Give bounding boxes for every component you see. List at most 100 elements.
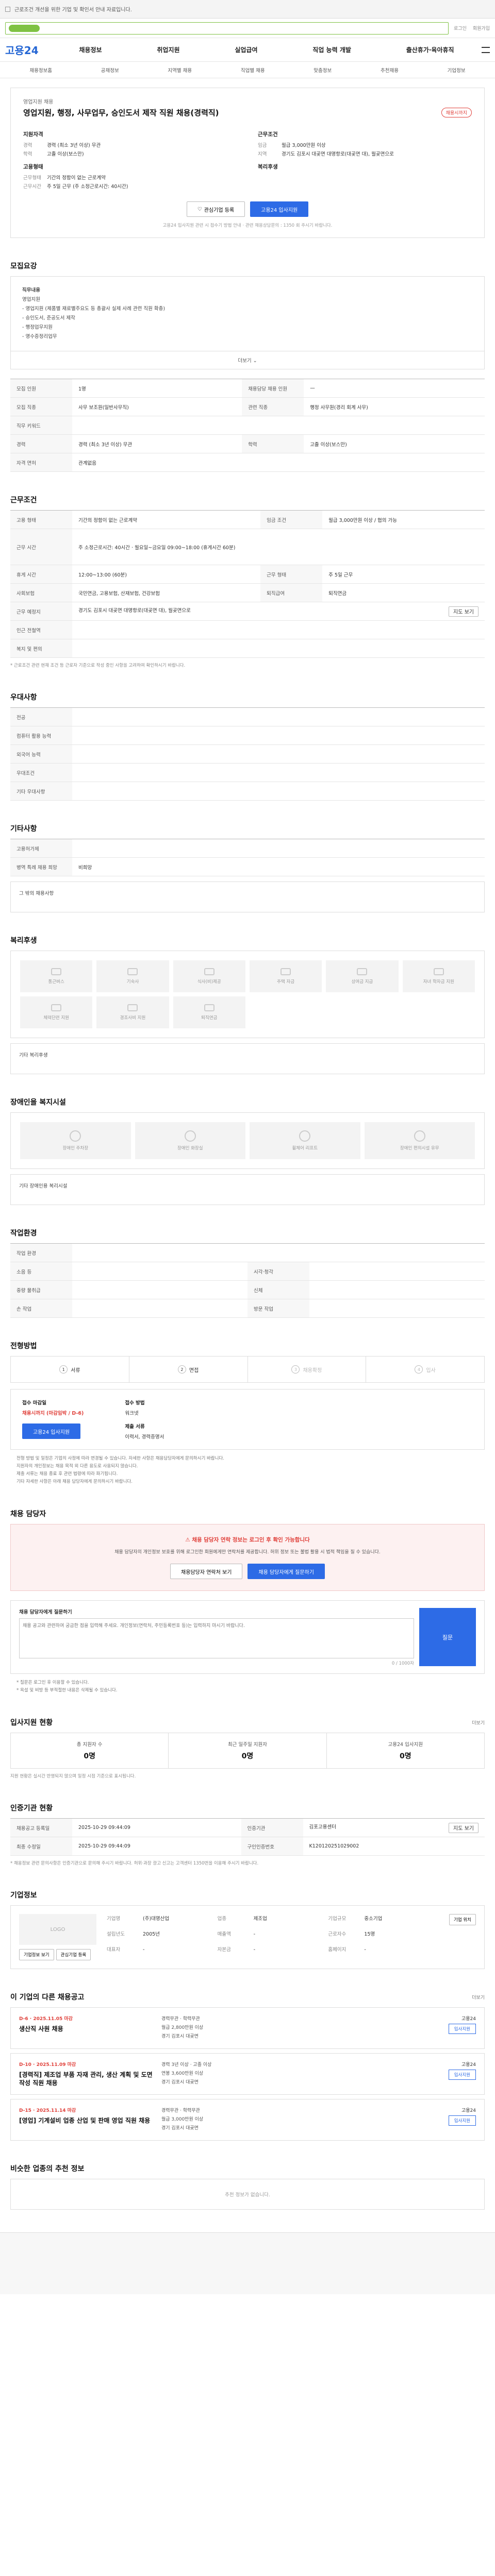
- menu-icon[interactable]: [482, 46, 490, 53]
- gnb-item-leave[interactable]: 출산휴가·육아휴직: [406, 45, 454, 54]
- table-key: 모집 인원: [10, 379, 72, 398]
- welfare-label: 자녀 학자금 지원: [423, 979, 454, 985]
- welfare-item: 주택 자금: [249, 960, 322, 992]
- gnb-item-unemployment[interactable]: 실업급여: [235, 45, 257, 54]
- summary-key: 근무형태: [23, 175, 41, 181]
- other-job-title[interactable]: 생산직 사원 채용: [19, 2025, 153, 2033]
- company-value: (주)대명산업: [143, 1916, 170, 1922]
- gnb-item-training[interactable]: 직업 능력 개발: [312, 45, 351, 54]
- table-key: 직무 키워드: [10, 416, 72, 435]
- other-job-tag: 고용24: [461, 2108, 476, 2113]
- company-value: -: [253, 1947, 256, 1953]
- other-job-apply-button[interactable]: 입사지원: [448, 2024, 476, 2034]
- table-key: 방문 작업: [248, 1299, 309, 1318]
- table-key: 구인인증번호: [241, 1837, 303, 1856]
- company-key: 홈페이지: [328, 1947, 346, 1953]
- other-job-info: 경기 김포시 대곶면: [161, 2034, 199, 2039]
- etc-extra-label: 그 밖의 채용사항: [19, 891, 54, 896]
- section-heading: 인증기관 현황: [10, 1804, 53, 1812]
- subnav-company[interactable]: 기업정보: [448, 66, 466, 74]
- subnav-job[interactable]: 직업별 채용: [241, 66, 265, 74]
- view-contact-button[interactable]: 채용담당자 연락처 보기: [170, 1564, 243, 1579]
- welfare-item: 경조사비 지원: [96, 996, 169, 1028]
- table-value: 사무 보조원(일반사무직): [72, 397, 242, 416]
- search-filter-chip[interactable]: [9, 24, 40, 32]
- section-heading: 전형방법: [10, 1342, 37, 1350]
- ask-recruiter-button[interactable]: 채용 담당자에게 질문하기: [248, 1564, 325, 1579]
- contact-box: ⚠ 채용 담당자 연락 정보는 로그인 후 확인 가능합니다 채용 담당자의 개…: [10, 1524, 485, 1591]
- other-job-apply-button[interactable]: 입사지원: [448, 2070, 476, 2080]
- table-key: 관련 직종: [242, 397, 304, 416]
- note-line: 기타 자세한 사항은 아래 채용 담당자에게 문의하시기 바랍니다.: [16, 1479, 133, 1484]
- other-job-card[interactable]: D-10 · 2025.11.09 마감 [경력직] 제조업 부품 자재 관리, …: [10, 2053, 485, 2095]
- welfare-item: 통근버스: [20, 960, 93, 992]
- table-key: 임금 조건: [260, 510, 323, 529]
- table-value: [72, 782, 485, 801]
- table-value: 1명: [72, 379, 242, 398]
- company-location-button[interactable]: 기업 위치: [449, 1914, 476, 1925]
- company-box: LOGO 기업정보 보기 관심기업 등록 기업명 (주)대명산업 업종 제조업 기업…: [10, 1905, 485, 1969]
- subnav-custom[interactable]: 맞춤정보: [314, 66, 332, 74]
- fitness-icon: [51, 1004, 62, 1011]
- stats-more-link[interactable]: 더보기: [472, 1719, 485, 1726]
- section-heading: 이 기업의 다른 채용공고: [10, 1993, 85, 2002]
- desc-line: - 영업지원 (제품별 재료별주요도 등 총괄사 실제 사례 관련 직원 확충): [22, 306, 166, 312]
- table-key: 기타 우대사항: [10, 782, 72, 801]
- table-value: [309, 1299, 485, 1318]
- subnav-region[interactable]: 지역별 채용: [168, 66, 192, 74]
- summary-value: 고졸 이상(보스만): [47, 151, 84, 157]
- subnav-recommend[interactable]: 추천채용: [381, 66, 399, 74]
- process-step: 3 채용확정: [248, 1357, 367, 1382]
- question-send-button[interactable]: 질문: [419, 1608, 476, 1666]
- site-logo[interactable]: 고용24: [5, 42, 52, 57]
- summary-employment-heading: 고용형태: [23, 164, 43, 170]
- stat-label: 총 지원자 수: [76, 1742, 103, 1748]
- welfare-label: 경조사비 지원: [120, 1015, 146, 1021]
- welfare-item: 퇴직연금: [173, 996, 245, 1028]
- agency-map-button[interactable]: 지도 보기: [449, 1822, 478, 1833]
- job-title-row: 영업지원, 행정, 사무업무, 승인도서 제작 직원 채용(경력직) 채용시까지: [23, 107, 472, 118]
- welfare-label: 통근버스: [48, 979, 64, 985]
- subnav-home[interactable]: 채용정보홈: [29, 66, 52, 74]
- company-key: 기업규모: [328, 1916, 346, 1922]
- welfare-label: 주택 자금: [277, 979, 295, 985]
- company-key: 대표자: [107, 1947, 121, 1953]
- stats-box: 총 지원자 수 0명 최근 일주일 지원자 0명 고용24 입사지원 0명: [10, 1733, 485, 1769]
- gnb-item-support[interactable]: 취업지원: [157, 45, 179, 54]
- apply-button[interactable]: 고용24 입사지원: [250, 201, 309, 217]
- others-more-link[interactable]: 더보기: [472, 1994, 485, 2001]
- gnb-item-jobs[interactable]: 채용정보: [79, 45, 102, 54]
- question-box: 채용 담당자에게 질문하기 0 / 1000자 질문: [10, 1600, 485, 1674]
- search-input[interactable]: [5, 22, 449, 35]
- footer: [0, 2232, 495, 2294]
- table-key: 고용허가제: [10, 839, 72, 858]
- top-notice: 근로조건 개선을 위한 기업 및 확인서 안내 자료입니다.: [14, 7, 132, 13]
- disability-label: 장애인 화장실: [177, 1146, 203, 1151]
- other-job-title[interactable]: [영업] 기계설비 업종 산업 및 판매 영업 직원 채용: [19, 2116, 153, 2125]
- subnav-public[interactable]: 공채정보: [101, 66, 119, 74]
- section-heading: 채용 담당자: [10, 1510, 46, 1518]
- section-title-pref: 우대사항: [10, 692, 485, 702]
- section-title-disability: 장애인을 복지시설: [10, 1097, 485, 1107]
- other-job-card[interactable]: D-15 · 2025.11.14 마감 [영업] 기계설비 업종 산업 및 판매…: [10, 2099, 485, 2141]
- login-link[interactable]: 로그인: [454, 25, 467, 31]
- other-job-card[interactable]: D-6 · 2025.11.05 마감 생산직 사원 채용 경력무관 · 학력무관…: [10, 2007, 485, 2049]
- stat-number: 0명: [84, 1752, 95, 1760]
- method-label: 접수 방법: [125, 1400, 145, 1406]
- company-value: -: [143, 1947, 145, 1953]
- section-title-contact: 채용 담당자: [10, 1509, 485, 1519]
- company-info-button[interactable]: 기업정보 보기: [19, 1949, 54, 1960]
- signup-link[interactable]: 회원가입: [473, 25, 490, 31]
- company-interest-button[interactable]: 관심기업 등록: [56, 1949, 91, 1960]
- desc-more-button[interactable]: 더보기 ⌄: [10, 351, 485, 369]
- map-button[interactable]: 지도 보기: [449, 606, 478, 617]
- table-value: 경력 (최소 3년 이상) 무관: [72, 434, 242, 453]
- question-input[interactable]: [19, 1618, 414, 1658]
- other-job-title[interactable]: [경력직] 제조업 부품 자재 관리, 생산 계획 및 도면 작성 직원 채용: [19, 2071, 153, 2087]
- table-key: 컴퓨터 활용 능력: [10, 726, 72, 745]
- preference-table: 전공 컴퓨터 활용 능력 외국어 능력 우대조건 기타 우대사항: [10, 707, 485, 801]
- apply-button-2[interactable]: 고용24 입사지원: [22, 1423, 81, 1439]
- interest-button[interactable]: ♡ 관심기업 등록: [186, 201, 245, 217]
- other-job-apply-button[interactable]: 입사지원: [448, 2115, 476, 2126]
- global-nav: 채용정보 취업지원 실업급여 직업 능력 개발 출산휴가·육아휴직: [52, 45, 482, 54]
